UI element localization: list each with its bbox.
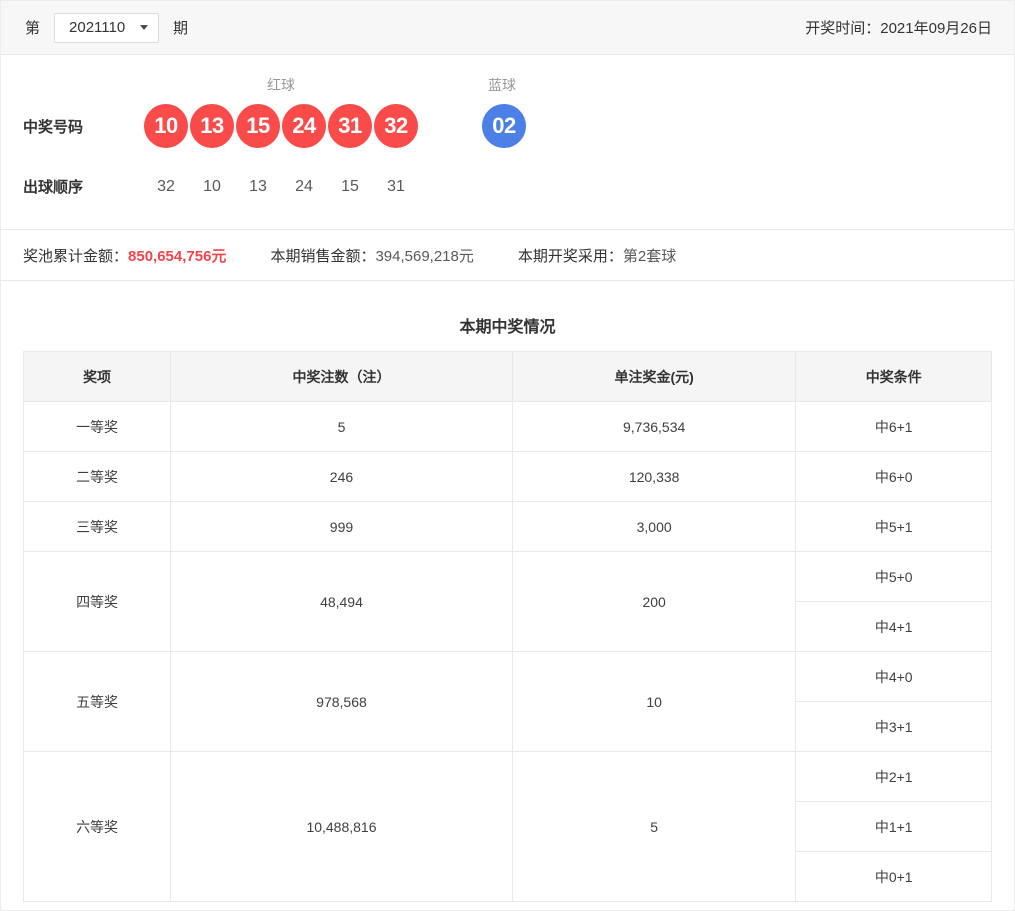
- stats-bar: 奖池累计金额：850,654,756元本期销售金额：394,569,218元本期…: [1, 229, 1014, 281]
- draw-time-label: 开奖时间：: [805, 20, 880, 37]
- prize-table: 奖项中奖注数（注）单注奖金(元)中奖条件 一等奖59,736,534中6+1二等…: [23, 351, 992, 902]
- period-selector-bar: 第 2021110 期 开奖时间：2021年09月26日: [1, 1, 1014, 55]
- red-ball: 32: [374, 104, 418, 148]
- red-ball: 13: [190, 104, 234, 148]
- period-prefix-label: 第: [23, 17, 42, 38]
- draw-order-number: 13: [236, 178, 280, 196]
- stat-label: 本期开奖采用：: [518, 248, 623, 265]
- win-count-cell: 999: [171, 502, 513, 552]
- win-condition-cell: 中6+1: [796, 402, 992, 452]
- prize-table-row: 六等奖10,488,8165中2+1: [24, 752, 992, 802]
- win-count-cell: 5: [171, 402, 513, 452]
- prize-amount-cell: 3,000: [512, 502, 796, 552]
- draw-time: 开奖时间：2021年09月26日: [805, 17, 992, 38]
- prize-table-header-row: 奖项中奖注数（注）单注奖金(元)中奖条件: [24, 352, 992, 402]
- win-count-cell: 10,488,816: [171, 752, 513, 902]
- stat-item: 本期开奖采用：第2套球: [518, 245, 676, 266]
- blue-ball: 02: [482, 104, 526, 148]
- draw-order-label: 出球顺序: [23, 176, 144, 197]
- ball-group-labels: 红球 蓝球: [144, 75, 1014, 95]
- prize-table-title: 本期中奖情况: [23, 313, 992, 337]
- prize-name-cell: 三等奖: [24, 502, 171, 552]
- draw-order-number: 24: [282, 178, 326, 196]
- draw-order-number: 32: [144, 178, 188, 196]
- prize-amount-cell: 10: [512, 652, 796, 752]
- win-condition-cell: 中6+0: [796, 452, 992, 502]
- win-condition-cell: 中0+1: [796, 852, 992, 902]
- stat-value: 394,569,218元: [375, 248, 473, 265]
- stat-value: 850,654,756元: [128, 248, 226, 265]
- prize-table-header-cell: 奖项: [24, 352, 171, 402]
- draw-order-number: 10: [190, 178, 234, 196]
- red-ball: 15: [236, 104, 280, 148]
- period-select[interactable]: 2021110: [54, 13, 159, 43]
- win-count-cell: 48,494: [171, 552, 513, 652]
- red-ball: 10: [144, 104, 188, 148]
- draw-time-value: 2021年09月26日: [880, 20, 992, 37]
- prize-table-row: 一等奖59,736,534中6+1: [24, 402, 992, 452]
- prize-name-cell: 四等奖: [24, 552, 171, 652]
- prize-table-header-cell: 中奖条件: [796, 352, 992, 402]
- win-condition-cell: 中5+0: [796, 552, 992, 602]
- draw-order-group: 321013241531: [144, 178, 420, 196]
- win-condition-cell: 中4+0: [796, 652, 992, 702]
- win-condition-cell: 中4+1: [796, 602, 992, 652]
- prize-amount-cell: 120,338: [512, 452, 796, 502]
- winning-numbers-row: 中奖号码 101315243132 02: [23, 104, 1014, 148]
- prize-name-cell: 一等奖: [24, 402, 171, 452]
- prize-table-row: 五等奖978,56810中4+0: [24, 652, 992, 702]
- stat-label: 奖池累计金额：: [23, 248, 128, 265]
- lottery-results-page: 第 2021110 期 开奖时间：2021年09月26日 红球 蓝球 中奖号码 …: [0, 0, 1015, 911]
- stat-label: 本期销售金额：: [270, 248, 375, 265]
- stat-item: 本期销售金额：394,569,218元: [270, 245, 473, 266]
- prize-name-cell: 五等奖: [24, 652, 171, 752]
- winning-numbers-label: 中奖号码: [23, 116, 144, 137]
- winning-numbers-section: 红球 蓝球 中奖号码 101315243132 02 出球顺序 32101324…: [1, 55, 1014, 229]
- red-balls-group: 101315243132: [144, 104, 420, 148]
- red-ball: 24: [282, 104, 326, 148]
- prize-table-section: 本期中奖情况 奖项中奖注数（注）单注奖金(元)中奖条件 一等奖59,736,53…: [1, 313, 1014, 910]
- chevron-down-icon: [140, 25, 148, 30]
- prize-table-row: 三等奖9993,000中5+1: [24, 502, 992, 552]
- prize-table-header-cell: 中奖注数（注）: [171, 352, 513, 402]
- prize-name-cell: 二等奖: [24, 452, 171, 502]
- prize-table-row: 四等奖48,494200中5+0: [24, 552, 992, 602]
- draw-order-row: 出球顺序 321013241531: [23, 176, 1014, 229]
- prize-amount-cell: 5: [512, 752, 796, 902]
- period-selector: 第 2021110 期: [23, 13, 190, 43]
- red-ball: 31: [328, 104, 372, 148]
- prize-name-cell: 六等奖: [24, 752, 171, 902]
- prize-table-row: 二等奖246120,338中6+0: [24, 452, 992, 502]
- win-count-cell: 246: [171, 452, 513, 502]
- period-suffix-label: 期: [171, 17, 190, 38]
- win-condition-cell: 中1+1: [796, 802, 992, 852]
- prize-table-header-cell: 单注奖金(元): [512, 352, 796, 402]
- win-count-cell: 978,568: [171, 652, 513, 752]
- prize-amount-cell: 9,736,534: [512, 402, 796, 452]
- win-condition-cell: 中3+1: [796, 702, 992, 752]
- stat-item: 奖池累计金额：850,654,756元: [23, 245, 226, 266]
- prize-amount-cell: 200: [512, 552, 796, 652]
- blue-ball-group-label: 蓝球: [480, 75, 524, 95]
- win-condition-cell: 中2+1: [796, 752, 992, 802]
- period-select-value: 2021110: [69, 19, 125, 36]
- draw-order-number: 31: [374, 178, 418, 196]
- stat-value: 第2套球: [623, 248, 676, 265]
- draw-order-number: 15: [328, 178, 372, 196]
- win-condition-cell: 中5+1: [796, 502, 992, 552]
- red-balls-group-label: 红球: [144, 75, 418, 95]
